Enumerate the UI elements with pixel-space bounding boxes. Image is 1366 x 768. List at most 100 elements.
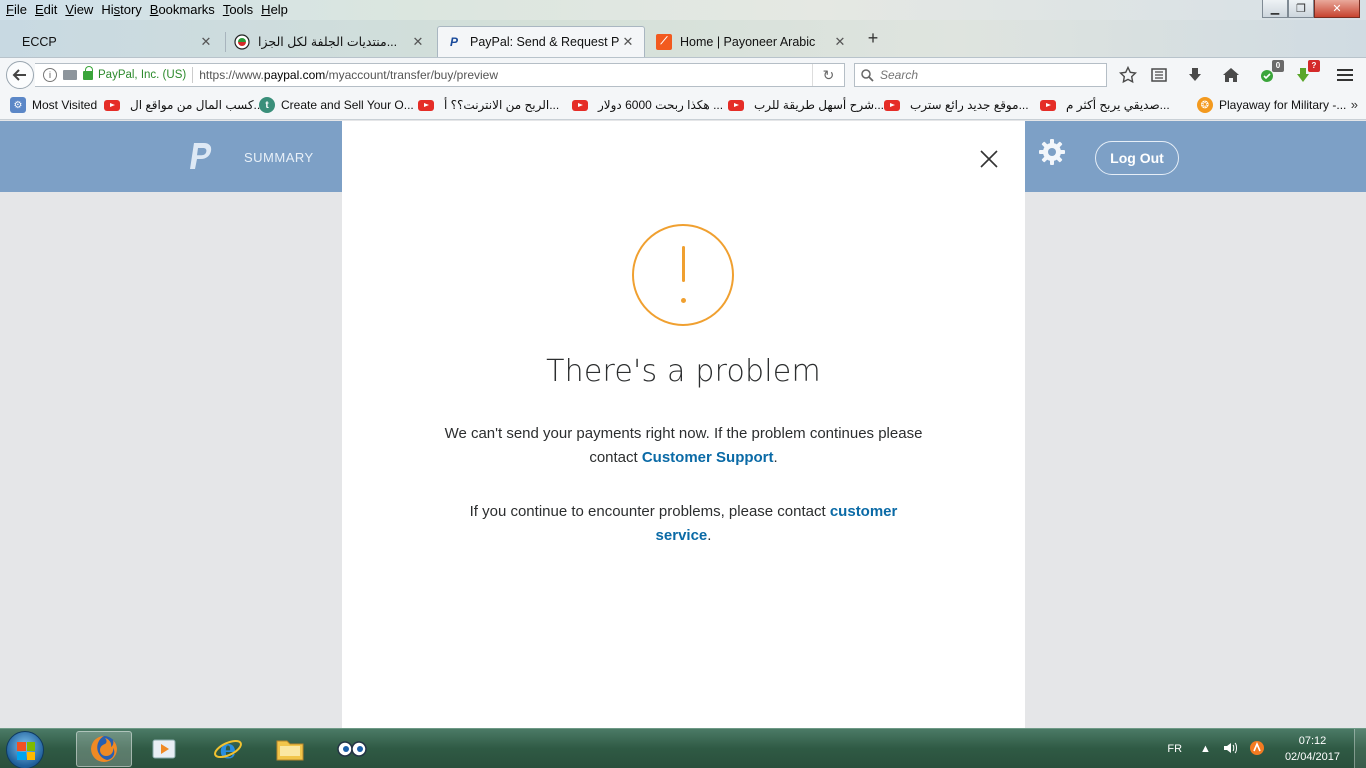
url-bar[interactable]: i PayPal, Inc. (US) https://www.paypal.c… xyxy=(35,63,845,87)
bookmark-item[interactable]: t Create and Sell Your O... xyxy=(259,97,414,113)
reading-list-icon[interactable] xyxy=(1148,64,1170,86)
lock-icon xyxy=(83,65,93,80)
taskbar-file-explorer[interactable] xyxy=(262,731,318,767)
windows-logo-icon xyxy=(17,742,35,760)
language-indicator[interactable]: FR xyxy=(1167,743,1182,755)
maximize-button[interactable]: ❐ xyxy=(1288,0,1314,18)
tab-title: PayPal: Send & Request Pa... xyxy=(470,35,620,49)
tab-paypal[interactable]: P PayPal: Send & Request Pa... ✕ xyxy=(437,26,645,57)
menu-file[interactable]: File xyxy=(4,0,33,20)
taskbar: e FR ▲ 07:12 02/04/2017 xyxy=(0,728,1366,768)
window-controls: ▁ ❐ ✕ xyxy=(1262,0,1360,18)
internet-explorer-icon: e xyxy=(214,735,242,764)
start-button[interactable] xyxy=(6,731,44,768)
menu-view[interactable]: View xyxy=(63,0,99,20)
youtube-icon xyxy=(728,99,744,111)
addon-green-icon[interactable]: 0 xyxy=(1256,60,1284,86)
search-input[interactable] xyxy=(880,68,1080,82)
reload-icon[interactable]: ↻ xyxy=(812,64,844,86)
avast-icon[interactable] xyxy=(1249,740,1265,759)
tab-title: ECCP xyxy=(22,34,57,49)
search-bar[interactable] xyxy=(854,63,1107,87)
menu-tools[interactable]: Tools xyxy=(221,0,259,20)
tab-title: منتديات الجلفة لكل الجزا... xyxy=(258,35,398,49)
bookmark-star-icon[interactable] xyxy=(1117,64,1139,86)
nav-summary-link[interactable]: SUMMARY xyxy=(244,150,314,165)
new-tab-button[interactable]: + xyxy=(862,27,884,49)
hamburger-menu-icon[interactable] xyxy=(1334,64,1356,86)
youtube-icon xyxy=(1040,99,1056,111)
bookmark-item[interactable]: الربح من الانترنت؟؟ أ... xyxy=(418,97,559,113)
navigation-bar: i PayPal, Inc. (US) https://www.paypal.c… xyxy=(0,57,1366,90)
payoneer-favicon-icon: ⟋ xyxy=(656,33,672,50)
taskbar-media-player[interactable] xyxy=(136,731,192,767)
clock[interactable]: 07:12 02/04/2017 xyxy=(1285,733,1340,765)
menu-bar: File Edit View History Bookmarks Tools H… xyxy=(0,0,294,20)
close-tab-icon[interactable]: ✕ xyxy=(620,34,636,50)
most-visited-icon: ⚙ xyxy=(10,97,26,113)
firefox-icon xyxy=(91,736,117,762)
back-button[interactable] xyxy=(6,61,34,89)
volume-icon[interactable] xyxy=(1223,741,1237,758)
close-tab-icon[interactable]: ✕ xyxy=(198,34,214,50)
youtube-icon xyxy=(572,99,588,111)
bookmark-item[interactable]: كسب المال من مواقع ال... xyxy=(104,97,264,113)
bookmark-item[interactable]: صديقي يربح أكثر م... xyxy=(1040,97,1170,113)
clock-date: 02/04/2017 xyxy=(1284,751,1340,763)
bookmark-item[interactable]: ❂ Playaway for Military -... xyxy=(1197,97,1346,113)
youtube-icon xyxy=(884,99,900,111)
menu-help[interactable]: Help xyxy=(259,0,294,20)
djelfa-favicon-icon xyxy=(234,33,250,50)
close-tab-icon[interactable]: ✕ xyxy=(410,34,426,50)
bookmark-item[interactable]: شرح أسهل طريقة للرب... xyxy=(728,97,884,113)
menu-edit[interactable]: Edit xyxy=(33,0,63,20)
media-player-icon xyxy=(152,739,176,759)
taskbar-app[interactable] xyxy=(324,731,380,767)
url-divider xyxy=(192,67,194,83)
customer-support-link[interactable]: Customer Support xyxy=(642,449,774,466)
menu-history[interactable]: History xyxy=(99,0,147,20)
site-icon: t xyxy=(259,97,275,113)
home-icon[interactable] xyxy=(1220,64,1242,86)
menu-bookmarks[interactable]: Bookmarks xyxy=(148,0,221,20)
bookmark-most-visited[interactable]: ⚙ Most Visited xyxy=(10,97,97,113)
folder-icon xyxy=(276,740,304,761)
paypal-logo-icon[interactable] xyxy=(188,141,214,171)
download-icon[interactable] xyxy=(1184,64,1206,86)
taskbar-firefox[interactable] xyxy=(76,731,132,767)
bookmark-item[interactable]: هكذا ربحت 6000 دولار ... xyxy=(572,97,723,113)
bookmarks-overflow-button[interactable]: » xyxy=(1351,97,1358,112)
error-modal: There's a problem We can't send your pay… xyxy=(342,121,1025,728)
youtube-icon xyxy=(418,99,434,111)
bookmark-item[interactable]: موقع جديد رائع سترب... xyxy=(884,97,1029,113)
playaway-icon: ❂ xyxy=(1197,97,1213,113)
taskbar-internet-explorer[interactable]: e xyxy=(200,731,256,767)
back-arrow-icon xyxy=(12,69,26,81)
show-hidden-icons[interactable]: ▲ xyxy=(1200,743,1211,755)
tab-title: Home | Payoneer Arabic xyxy=(680,34,816,49)
url-text[interactable]: https://www.paypal.com/myaccount/transfe… xyxy=(199,68,498,82)
bookmarks-bar: ⚙ Most Visited كسب المال من مواقع ال... … xyxy=(0,90,1366,120)
youtube-icon xyxy=(104,99,120,111)
secondary-message: If you continue to encounter problems, p… xyxy=(469,503,898,544)
addon-download-icon[interactable]: ? xyxy=(1292,60,1320,86)
show-desktop-button[interactable] xyxy=(1354,729,1366,768)
tab-djelfa[interactable]: منتديات الجلفة لكل الجزا... ✕ xyxy=(226,26,434,57)
alert-bar xyxy=(682,246,685,282)
page-content: SUMMARY Log Out There's a problem We can… xyxy=(0,121,1366,728)
tab-eccp[interactable]: ECCP ✕ xyxy=(14,26,222,57)
addon-badge: ? xyxy=(1308,60,1320,72)
minimize-button[interactable]: ▁ xyxy=(1262,0,1288,18)
close-window-button[interactable]: ✕ xyxy=(1314,0,1360,18)
close-icon[interactable] xyxy=(978,148,1000,170)
logout-button[interactable]: Log Out xyxy=(1095,141,1179,175)
info-icon[interactable]: i xyxy=(43,68,57,82)
permissions-icon[interactable] xyxy=(63,70,77,80)
site-identity[interactable]: PayPal, Inc. (US) xyxy=(98,69,186,81)
svg-text:e: e xyxy=(220,735,237,764)
clock-time: 07:12 xyxy=(1298,735,1327,747)
settings-gear-icon[interactable] xyxy=(1038,138,1066,166)
close-tab-icon[interactable]: ✕ xyxy=(832,34,848,50)
error-message: We can't send your payments right now. I… xyxy=(444,425,923,466)
tab-payoneer[interactable]: ⟋ Home | Payoneer Arabic ✕ xyxy=(648,26,856,57)
